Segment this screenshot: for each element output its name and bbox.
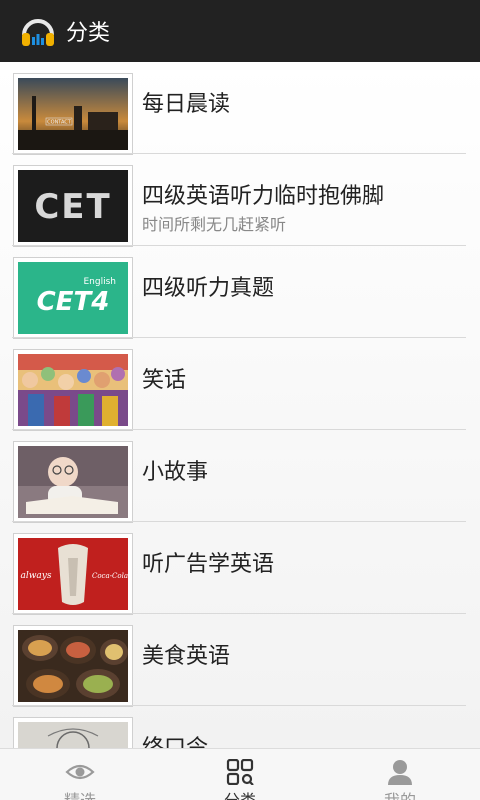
thumbnail-frame: English CET4 [13, 257, 133, 339]
bottom-tab-bar: 精选 分类 我的 [0, 748, 480, 800]
eye-icon [65, 759, 95, 785]
cartoon-crowd-image [18, 354, 128, 426]
category-title: 小故事 [142, 460, 209, 485]
list-item[interactable]: 美食英语 [0, 614, 480, 707]
tab-label: 我的 [384, 787, 416, 800]
tab-categories[interactable]: 分类 [160, 749, 320, 800]
thumbnail-frame [13, 717, 133, 748]
category-title: 每日晨读 [142, 92, 231, 117]
thumbnail-frame: CONTACT [13, 73, 133, 155]
thumbnail-caption: CONTACT [47, 120, 72, 126]
category-title: 听广告学英语 [142, 552, 275, 577]
thumbnail-caption: CET [34, 187, 111, 227]
thumbnail-frame: always Coca-Cola [13, 533, 133, 615]
category-title: 笑话 [142, 368, 187, 393]
category-grid-icon [225, 758, 255, 786]
tab-featured[interactable]: 精选 [0, 749, 160, 800]
thumbnail-frame: CET [13, 165, 133, 247]
tab-mine[interactable]: 我的 [320, 749, 480, 800]
page-title: 分类 [66, 21, 111, 46]
headphones-icon [18, 11, 58, 51]
sketch-image [18, 722, 128, 748]
thumbnail-frame [13, 349, 133, 431]
sunset-cityscape-image: CONTACT [18, 78, 128, 150]
category-title: 美食英语 [142, 644, 231, 669]
category-subtitle: 时间所剩无几赶紧听 [142, 215, 287, 234]
list-item[interactable]: 笑话 [0, 338, 480, 431]
list-item[interactable]: CONTACT 每日晨读 [0, 62, 480, 155]
cet-logo-image: CET [18, 170, 128, 242]
tab-label: 分类 [224, 787, 256, 800]
category-list[interactable]: CONTACT 每日晨读 CET 四级英语听力临时抱佛脚 时间所剩无几赶紧听 E… [0, 62, 480, 748]
category-title: 四级听力真题 [142, 276, 275, 301]
category-title: 四级英语听力临时抱佛脚 [142, 184, 385, 209]
list-item[interactable]: English CET4 四级听力真题 [0, 246, 480, 339]
top-app-bar: 分类 [0, 0, 480, 62]
thumbnail-caption: English [84, 277, 117, 287]
thumbnail-caption: always [20, 571, 51, 581]
ads-image: always Coca-Cola [18, 538, 128, 610]
thumbnail-frame [13, 441, 133, 523]
thumbnail-frame [13, 625, 133, 707]
thumbnail-caption: CET4 [37, 287, 110, 317]
list-item[interactable]: 终口令 [0, 706, 480, 748]
list-item[interactable]: always Coca-Cola 听广告学英语 [0, 522, 480, 615]
cet4-english-image: English CET4 [18, 262, 128, 334]
person-icon [385, 759, 415, 785]
category-title: 终口令 [142, 730, 208, 748]
food-image [18, 630, 128, 702]
baby-reading-image [18, 446, 128, 518]
list-item[interactable]: CET 四级英语听力临时抱佛脚 时间所剩无几赶紧听 [0, 154, 480, 247]
tab-label: 精选 [64, 787, 96, 800]
thumbnail-caption: Coca-Cola [92, 572, 128, 580]
list-item[interactable]: 小故事 [0, 430, 480, 523]
